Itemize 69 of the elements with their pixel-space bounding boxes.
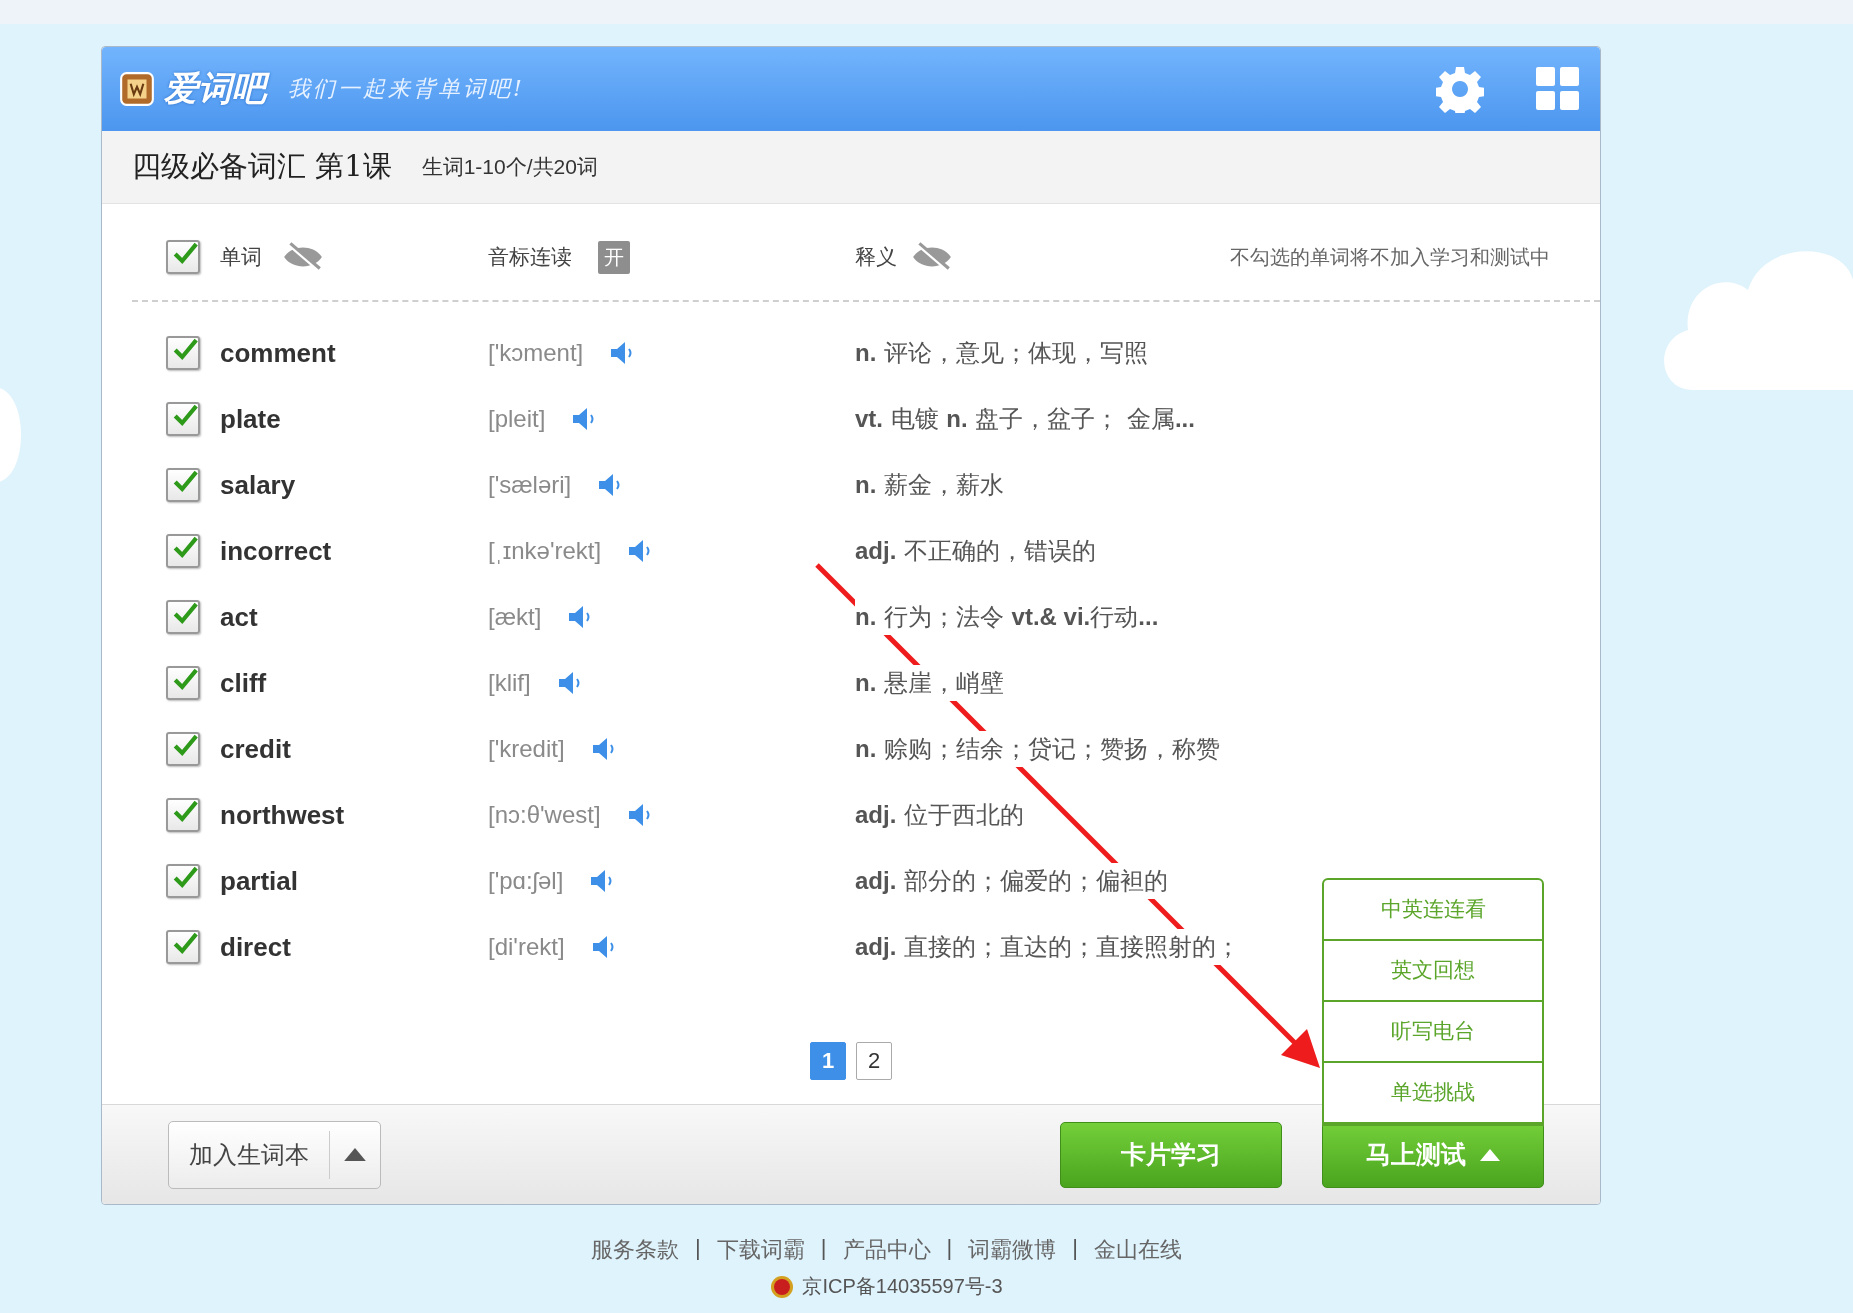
icp-text[interactable]: 京ICP备14035597号-3	[802, 1273, 1003, 1300]
word-checkbox[interactable]	[166, 534, 200, 568]
menu-item[interactable]: 单选挑战	[1324, 1062, 1542, 1124]
phonetic-text: ['sæləri]	[488, 471, 572, 499]
hide-eye-icon[interactable]	[911, 242, 953, 272]
word-text: partial	[220, 865, 299, 897]
footer-link[interactable]: 金山在线	[1093, 1235, 1182, 1265]
word-column-label: 单词	[220, 244, 262, 271]
word-checkbox[interactable]	[166, 600, 200, 634]
phonetic-text: ['kredit]	[488, 735, 565, 763]
word-checkbox[interactable]	[166, 930, 200, 964]
notebook-icon	[118, 70, 156, 108]
lesson-count: 生词1-10个/共20词	[421, 154, 598, 180]
link-separator: |	[820, 1235, 827, 1262]
word-checkbox[interactable]	[166, 864, 200, 898]
page-button[interactable]: 2	[856, 1042, 892, 1080]
word-text: act	[220, 601, 258, 633]
word-text: incorrect	[220, 535, 332, 567]
footer-link[interactable]: 词霸微博	[968, 1235, 1057, 1265]
link-separator: |	[1072, 1235, 1078, 1262]
caret-icon	[1480, 1148, 1500, 1161]
word-text: cliff	[220, 667, 267, 699]
word-text: plate	[220, 403, 281, 435]
hide-eye-icon[interactable]	[282, 242, 324, 272]
word-text: northwest	[220, 799, 345, 831]
add-to-wordbook-button[interactable]: 加入生词本	[168, 1120, 381, 1189]
word-checkbox[interactable]	[166, 468, 200, 502]
footer-link[interactable]: 下载词霸	[716, 1235, 805, 1265]
word-text: direct	[220, 931, 291, 963]
hint-text: 不勾选的单词将不加入学习和测试中	[1230, 243, 1550, 271]
meaning-text: n. 行为；法令 vt.& vi.行动...	[855, 599, 1159, 635]
menu-item[interactable]: 英文回想	[1324, 940, 1542, 1002]
phonetic-text: [klif]	[488, 669, 531, 697]
word-checkbox[interactable]	[166, 336, 200, 370]
phonetic-text: ['pɑ:ʃəl]	[488, 867, 564, 895]
word-text: comment	[220, 337, 336, 369]
phonetic-text: ['kɔment]	[488, 339, 584, 367]
meaning-text: n. 赊购；结余；贷记；赞扬，称赞	[855, 731, 1220, 767]
footer-link[interactable]: 服务条款	[591, 1235, 680, 1265]
word-checkbox[interactable]	[166, 798, 200, 832]
link-separator: |	[946, 1235, 953, 1262]
grid-icon[interactable]	[1536, 67, 1580, 111]
phonetic-text: [ækt]	[488, 603, 542, 631]
emblem-icon	[770, 1274, 795, 1299]
settings-icon[interactable]	[1436, 65, 1484, 113]
word-text: salary	[220, 469, 296, 501]
slogan: 我们一起来背单词吧!	[288, 75, 525, 103]
footer-link[interactable]: 产品中心	[842, 1235, 931, 1265]
meaning-text: adj. 部分的；偏爱的；偏袒的	[855, 863, 1168, 899]
select-all-checkbox[interactable]	[166, 240, 200, 274]
menu-item[interactable]: 中英连连看	[1324, 879, 1542, 941]
phonetic-column-label: 音标连读	[488, 244, 572, 271]
toggle-button[interactable]: 开	[598, 240, 630, 274]
meaning-column-label: 释义	[855, 244, 897, 271]
word-checkbox[interactable]	[166, 402, 200, 436]
lesson-title: 四级必备词汇 第1课	[132, 148, 392, 185]
phonetic-text: [di'rekt]	[488, 933, 565, 961]
phonetic-text: [pleit]	[488, 405, 546, 433]
menu-item[interactable]: 听写电台	[1324, 1001, 1542, 1063]
meaning-text: n. 悬崖，峭壁	[855, 665, 1004, 701]
page-button[interactable]: 1	[810, 1042, 846, 1080]
card-study-button[interactable]: 卡片学习	[1060, 1121, 1282, 1188]
phonetic-text: [nɔ:θ'west]	[488, 801, 601, 829]
caret-icon[interactable]	[344, 1148, 366, 1161]
word-checkbox[interactable]	[166, 732, 200, 766]
word-text: credit	[220, 733, 291, 765]
link-separator: |	[695, 1235, 701, 1262]
word-checkbox[interactable]	[166, 666, 200, 700]
phonetic-text: [ˌɪnkə'rekt]	[488, 537, 602, 565]
